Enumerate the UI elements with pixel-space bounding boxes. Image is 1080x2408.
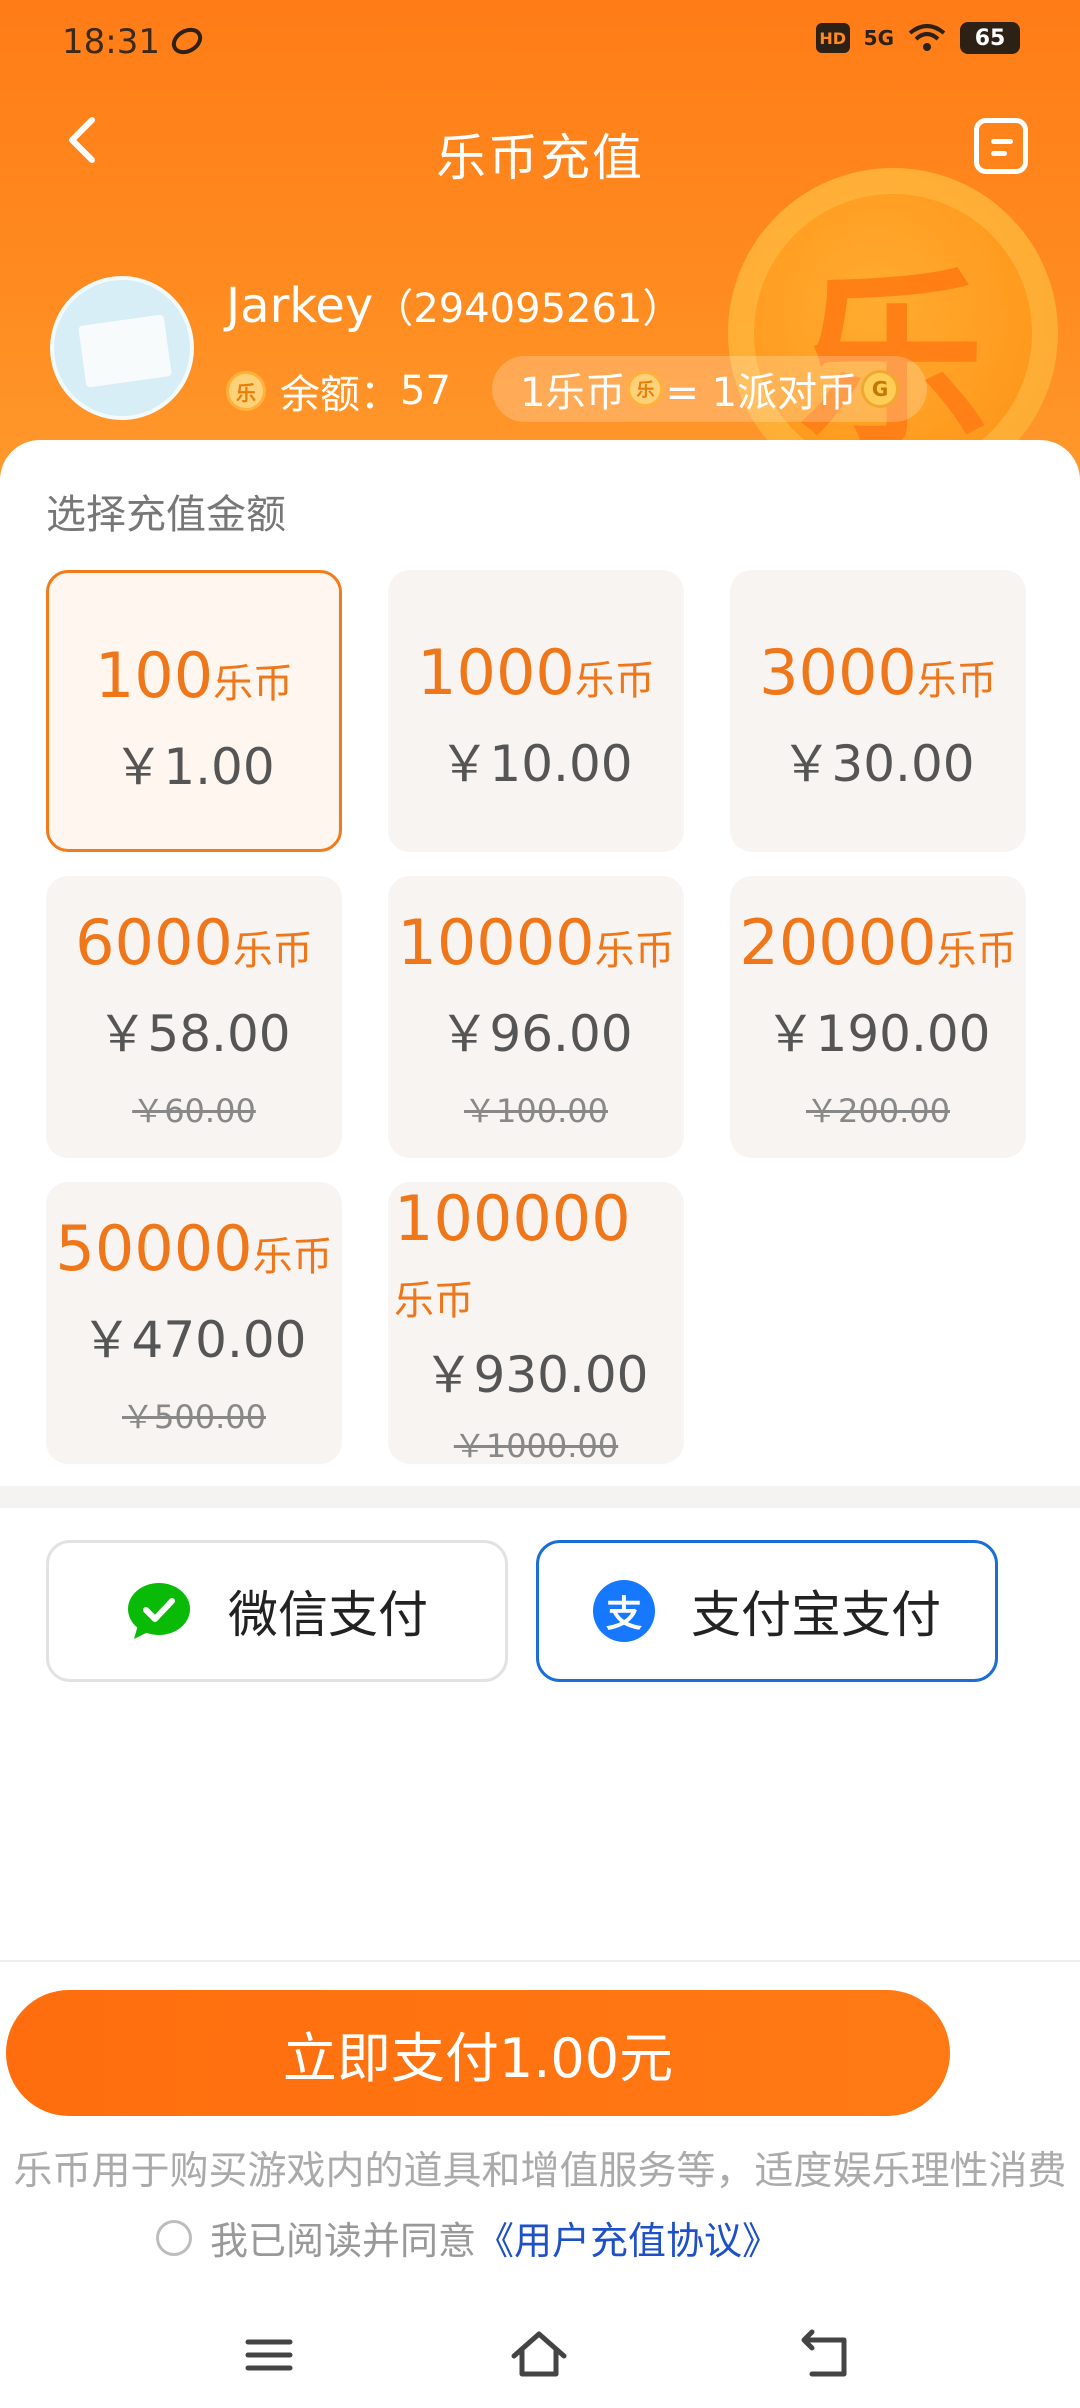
section-title: 选择充值金额 — [46, 492, 286, 538]
agreement-row: 我已阅读并同意 《用户充值协议》 — [156, 2210, 780, 2265]
battery-icon: 65 — [960, 22, 1020, 54]
balance-row: 乐 余额： 57 — [226, 362, 451, 420]
package-card-50000[interactable]: 50000乐币 ￥470.00 ￥500.00 — [46, 1182, 342, 1464]
le-coin-icon: 乐 — [226, 371, 266, 411]
exchange-rate-pill: 1乐币 乐 = 1派对币 G — [492, 356, 928, 422]
agreement-text: 我已阅读并同意 — [210, 2219, 477, 2263]
hd-icon: HD — [815, 23, 850, 53]
agreement-link[interactable]: 《用户充值协议》 — [476, 2210, 780, 2265]
consumption-notice: 乐币用于购买游戏内的道具和增值服务等，适度娱乐理性消费 — [13, 2149, 1067, 2194]
avatar — [50, 276, 194, 420]
package-card-20000[interactable]: 20000乐币 ￥190.00 ￥200.00 — [730, 876, 1026, 1158]
menu-icon[interactable] — [234, 2320, 304, 2390]
header-banner: 乐 18:31 HD 5G 65 乐币充值 Jarkey（294095261） … — [0, 0, 1080, 500]
pay-now-button[interactable]: 立即支付1.00元 — [6, 1990, 950, 2116]
home-icon[interactable] — [504, 2320, 574, 2390]
signal-icon: 5G — [863, 26, 894, 50]
balance-label: 余额： — [280, 372, 400, 418]
system-navigation-bar — [0, 2300, 1080, 2408]
rate-left: 1乐币 — [520, 370, 626, 416]
package-card-3000[interactable]: 3000乐币 ￥30.00 — [730, 570, 1026, 852]
alipay-label: 支付宝支付 — [691, 1586, 941, 1644]
status-bar: 18:31 HD 5G 65 — [0, 0, 1080, 86]
status-time: 18:31 — [62, 22, 160, 62]
user-name: Jarkey（294095261） — [226, 278, 683, 334]
le-coin-icon: 乐 — [627, 371, 664, 407]
package-card-6000[interactable]: 6000乐币 ￥58.00 ￥60.00 — [46, 876, 342, 1158]
status-indicators: HD 5G 65 — [815, 22, 1020, 54]
package-card-10000[interactable]: 10000乐币 ￥96.00 ￥100.00 — [388, 876, 684, 1158]
user-id: （294095261） — [373, 286, 683, 332]
notification-app-icon — [171, 27, 203, 55]
rate-right: = 1派对币 — [665, 370, 858, 416]
wifi-icon — [908, 24, 946, 51]
footer-divider — [0, 1960, 1080, 1962]
package-card-100[interactable]: 100乐币 ￥1.00 — [46, 570, 342, 852]
party-coin-icon: G — [861, 370, 900, 408]
alipay-button[interactable]: 支 支付宝支付 — [536, 1540, 998, 1682]
alipay-icon: 支 — [593, 1580, 655, 1642]
wechat-pay-button[interactable]: 微信支付 — [46, 1540, 508, 1682]
package-card-1000[interactable]: 1000乐币 ￥10.00 — [388, 570, 684, 852]
balance-value: 57 — [400, 368, 451, 414]
back-nav-icon[interactable] — [790, 2320, 860, 2390]
page-title: 乐币充值 — [436, 129, 644, 187]
package-card-100000[interactable]: 100000乐币 ￥930.00 ￥1000.00 — [388, 1182, 684, 1465]
agree-checkbox[interactable] — [156, 2219, 192, 2256]
wechat-icon — [128, 1583, 190, 1639]
wechat-pay-label: 微信支付 — [228, 1586, 428, 1644]
section-divider — [0, 1486, 1080, 1508]
records-menu-icon[interactable] — [974, 118, 1028, 174]
